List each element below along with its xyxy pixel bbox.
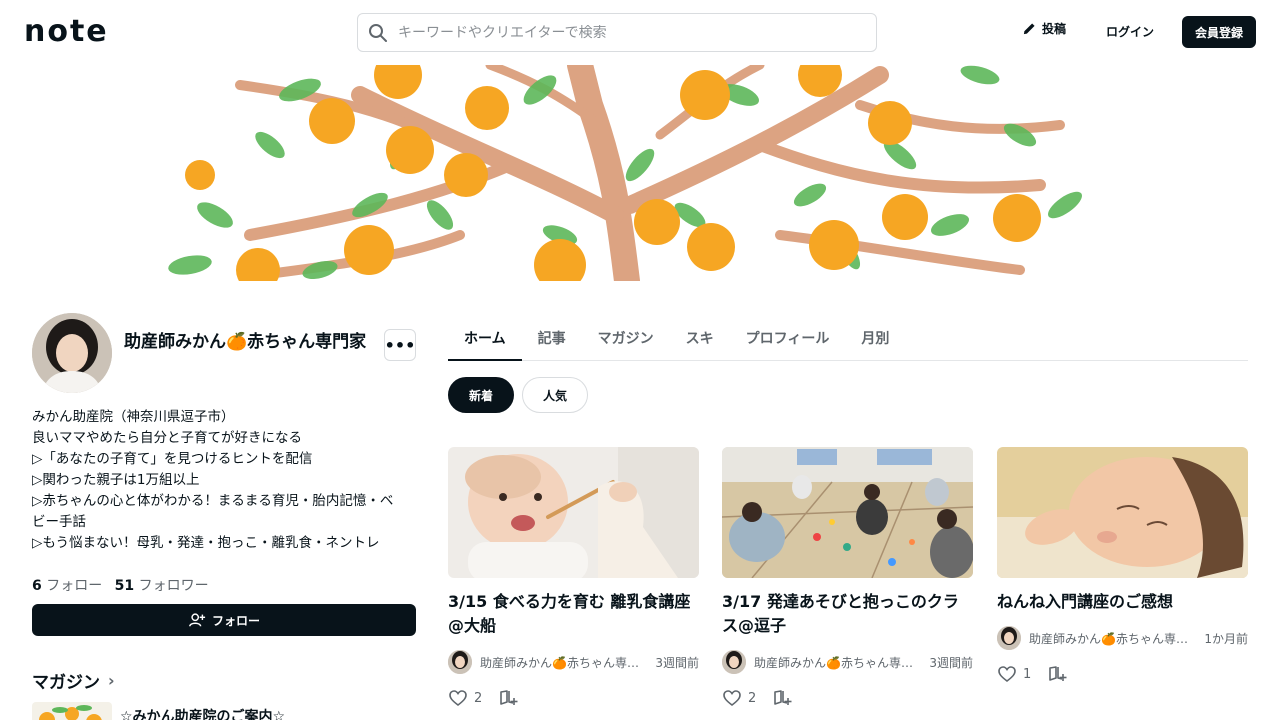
baby-eating-photo[interactable] — [448, 447, 699, 578]
like-count: 2 — [474, 690, 483, 706]
sort-newest-chip[interactable]: 新着 — [448, 377, 515, 413]
heart-icon[interactable] — [997, 664, 1017, 684]
tab-profile[interactable]: プロフィール — [730, 316, 846, 361]
class-room-photo[interactable] — [722, 447, 973, 578]
sort-chips: 新着 人気 — [448, 377, 596, 413]
like-count: 2 — [748, 690, 757, 706]
login-button[interactable]: ログイン — [1106, 23, 1154, 40]
tab-magazines[interactable]: マガジン — [582, 316, 670, 361]
sort-popular-chip[interactable]: 人気 — [522, 377, 589, 413]
article-title[interactable]: 3/15 食べる力を育む 離乳食講座@大船 — [448, 590, 699, 638]
follow-button[interactable]: フォロー — [32, 604, 416, 636]
bio-line: ▷「あなたの子育て」を見つけるヒントを配信 — [32, 451, 313, 467]
follower-count[interactable]: 51 — [115, 578, 134, 594]
site-header: note 投稿 ログイン 会員登録 — [0, 0, 1280, 64]
profile-tabs: ホーム 記事 マガジン スキ プロフィール 月別 — [448, 316, 1248, 361]
like-count: 1 — [1023, 666, 1032, 682]
tab-likes[interactable]: スキ — [670, 316, 730, 361]
heart-icon[interactable] — [722, 688, 742, 708]
tab-monthly[interactable]: 月別 — [845, 316, 905, 361]
bio-line: みかん助産院（神奈川県逗子市） — [32, 409, 235, 425]
author-avatar[interactable] — [722, 650, 746, 674]
magazine-heading[interactable]: マガジン › — [32, 668, 115, 693]
add-to-magazine-icon[interactable] — [1047, 664, 1067, 684]
add-user-icon — [189, 613, 206, 627]
magazine-title: ☆みかん助産院のご案内☆ — [120, 709, 286, 720]
article-time: 1か月前 — [1204, 631, 1248, 646]
article-title[interactable]: ねんね入門講座のご感想 — [997, 590, 1248, 614]
article-author[interactable]: 助産師みかん🍊赤ちゃん専門家 — [480, 654, 640, 671]
article-title[interactable]: 3/17 発達あそびと抱っこのクラス@逗子 — [722, 590, 973, 638]
heart-icon[interactable] — [448, 688, 468, 708]
article-card[interactable]: ねんね入門講座のご感想 助産師みかん🍊赤ちゃん専門家 1か月前 1 — [997, 447, 1248, 684]
article-author[interactable]: 助産師みかん🍊赤ちゃん専門家 — [1029, 630, 1189, 647]
bio-line: ▷赤ちゃんの心と体がわかる！まるまる育児・胎内記憶・ベ — [32, 493, 394, 509]
pencil-icon — [1023, 23, 1035, 35]
add-to-magazine-icon[interactable] — [772, 688, 792, 708]
creator-name[interactable]: 助産師みかん🍊赤ちゃん専門家 — [124, 328, 372, 356]
chevron-right-icon: › — [108, 671, 115, 690]
add-to-magazine-icon[interactable] — [498, 688, 518, 708]
search-input[interactable] — [398, 24, 838, 41]
search-icon — [369, 23, 387, 42]
article-time: 3週間前 — [929, 655, 973, 670]
tab-home[interactable]: ホーム — [448, 316, 522, 361]
bio-line: ▷関わった親子は1万組以上 — [32, 472, 200, 488]
search-box[interactable] — [357, 13, 877, 52]
bio-line: ビー手話 — [32, 514, 86, 530]
note-logo[interactable]: note — [24, 17, 109, 47]
creator-bio: みかん助産院（神奈川県逗子市） 良いママやめたら自分と子育てが好きになる ▷「あ… — [32, 407, 422, 554]
follow-button-label: フォロー — [211, 613, 260, 628]
following-label[interactable]: フォロー — [46, 578, 102, 594]
article-meta: 助産師みかん🍊赤ちゃん専門家 1か月前 — [997, 626, 1248, 650]
article-actions: 2 — [448, 688, 699, 708]
article-card[interactable]: 3/17 発達あそびと抱っこのクラス@逗子 助産師みかん🍊赤ちゃん専門家 3週間… — [722, 447, 973, 708]
follow-stats: 6 フォロー 51 フォロワー — [32, 575, 217, 595]
post-button-label: 投稿 — [1042, 22, 1067, 36]
tab-articles[interactable]: 記事 — [522, 316, 582, 361]
sleeping-baby-photo[interactable] — [997, 447, 1248, 578]
follower-label[interactable]: フォロワー — [139, 578, 209, 594]
article-meta: 助産師みかん🍊赤ちゃん専門家 3週間前 — [722, 650, 973, 674]
signup-button[interactable]: 会員登録 — [1182, 16, 1256, 48]
article-time: 3週間前 — [655, 655, 699, 670]
bio-line: 良いママやめたら自分と子育てが好きになる — [32, 430, 302, 446]
creator-avatar[interactable] — [32, 313, 112, 393]
following-count[interactable]: 6 — [32, 578, 42, 594]
article-meta: 助産師みかん🍊赤ちゃん専門家 3週間前 — [448, 650, 699, 674]
profile-header-image — [160, 65, 1095, 281]
post-button[interactable]: 投稿 — [1022, 20, 1066, 37]
article-actions: 1 — [997, 664, 1248, 684]
author-avatar[interactable] — [448, 650, 472, 674]
article-actions: 2 — [722, 688, 973, 708]
author-avatar[interactable] — [997, 626, 1021, 650]
bio-line: ▷もう悩まない！母乳・発達・抱っこ・離乳食・ネントレ — [32, 535, 380, 551]
article-author[interactable]: 助産師みかん🍊赤ちゃん専門家 — [754, 654, 914, 671]
article-card[interactable]: 3/15 食べる力を育む 離乳食講座@大船 助産師みかん🍊赤ちゃん専門家 3週間… — [448, 447, 699, 708]
magazine-thumbnail — [32, 702, 112, 720]
magazine-item[interactable]: ☆みかん助産院のご案内☆ — [32, 702, 285, 720]
magazine-heading-label: マガジン — [32, 673, 100, 693]
more-options-button[interactable]: ••• — [384, 329, 416, 361]
